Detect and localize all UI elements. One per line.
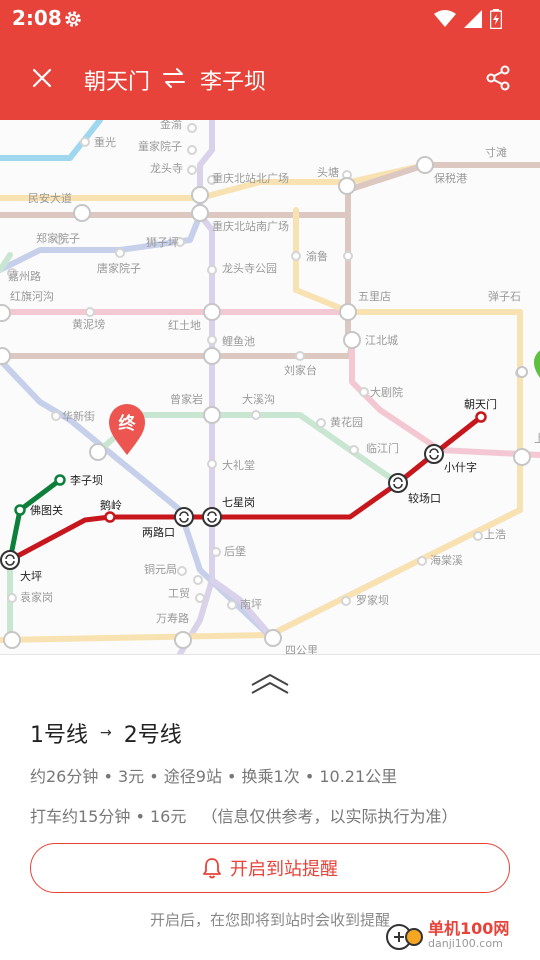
map-station-label: 弹子石 <box>488 289 521 303</box>
status-time: 2:08 <box>12 6 62 30</box>
map-station-label: 龙头寺公园 <box>222 262 277 275</box>
wifi-icon <box>434 10 456 27</box>
close-button[interactable] <box>26 62 58 94</box>
line-transfer-title: 1号线 → 2号线 <box>30 717 182 749</box>
route-from-station[interactable]: 朝天门 <box>84 64 150 96</box>
route-station-label: 鹅岭 <box>100 498 122 512</box>
line-to-label: 2号线 <box>123 723 182 748</box>
map-station-label: 华新街 <box>62 409 95 423</box>
route-station-label: 七星岗 <box>222 496 255 509</box>
route-station-dot[interactable] <box>104 511 116 523</box>
swap-direction-icon[interactable] <box>160 64 188 92</box>
battery-icon <box>490 9 502 29</box>
cell-signal-icon <box>464 10 482 28</box>
status-bar: 2:08 <box>0 0 540 38</box>
toolbar: 朝天门 李子坝 <box>0 52 540 108</box>
destination-marker-label: 终 <box>119 413 137 434</box>
map-station-label: 重光 <box>94 135 116 149</box>
map-station-label: 鲤鱼池 <box>222 334 255 348</box>
map-station-label: 曾家岩 <box>170 392 203 406</box>
watermark-title: 单机100网 <box>428 919 510 939</box>
map-station-label: 保税港 <box>434 171 467 185</box>
map-station-label: 唐家院子 <box>97 261 141 275</box>
interchange-station-icon[interactable] <box>424 444 444 464</box>
map-station-label: 金渝 <box>160 120 182 131</box>
map-station-label: 江北城 <box>365 334 398 347</box>
site-logo-icon <box>386 924 423 950</box>
interchange-station-icon[interactable] <box>174 507 194 527</box>
map-station-label: 临江门 <box>366 441 399 455</box>
site-watermark: 单机100网 danji100.com <box>384 914 534 956</box>
map-station-label: 大剧院 <box>370 385 403 399</box>
map-station-label: 大礼堂 <box>222 458 255 472</box>
map-station-label: 龙头寺 <box>150 162 183 175</box>
map-station-label: 后堡 <box>224 544 246 558</box>
metro-map-svg[interactable]: 金渝童家院子龙头寺 重光重庆北站北广场 头塘 寸滩保税港民安大道郑家院子 狮子坪 重庆北站… <box>0 120 540 654</box>
share-icon[interactable] <box>484 64 512 92</box>
route-station-label: 朝天门 <box>464 397 497 411</box>
route-to-station[interactable]: 李子坝 <box>200 64 266 96</box>
map-station-label: 南坪 <box>240 598 262 611</box>
line-arrow: → <box>100 725 112 741</box>
map-station-label: 头塘 <box>317 165 339 179</box>
app-header: 2:08 朝天门 李子坝 <box>0 0 540 120</box>
map-station-label: 重庆北站南广场 <box>212 219 289 233</box>
route-station-label: 小什字 <box>444 460 477 474</box>
map-station-label: 寸滩 <box>485 145 507 159</box>
background-lines <box>0 120 540 654</box>
route-station-dot[interactable] <box>54 474 66 486</box>
map-station-label: 工贸 <box>168 587 190 600</box>
map-station-label: 郑家院子 <box>36 231 80 245</box>
map-station-label: 红旗河沟 <box>10 289 54 303</box>
map-station-label: 刘家台 <box>284 363 317 377</box>
route-line-1 <box>8 415 483 563</box>
arrival-alert-button[interactable]: 开启到站提醒 <box>30 843 510 893</box>
map-station-label: 童家院子 <box>138 139 182 153</box>
route-station-label: 大坪 <box>20 569 42 583</box>
map-station-label: 红土地 <box>168 319 201 332</box>
route-station-label: 较场口 <box>408 491 441 505</box>
map-station-label: 民安大道 <box>28 191 72 205</box>
edge-location-pin-icon[interactable] <box>534 348 540 388</box>
bell-icon <box>203 858 221 879</box>
taxi-info: 打车约15分钟 • 16元 （信息仅供参考，以实际执行为准） <box>30 803 457 827</box>
map-station-label: 五里店 <box>358 289 391 303</box>
map-station-label: 狮子坪 <box>146 236 179 249</box>
route-station-dot[interactable] <box>14 504 26 516</box>
map-station-label: 铜元局 <box>144 562 177 576</box>
route-station-dot[interactable] <box>475 411 487 423</box>
settings-gear-icon <box>65 11 81 27</box>
watermark-url: danji100.com <box>428 936 503 950</box>
destination-marker[interactable]: 终 <box>109 404 145 455</box>
arrival-alert-label: 开启到站提醒 <box>230 859 338 880</box>
expand-panel-chevron-icon[interactable] <box>250 671 290 695</box>
map-station-label: 大溪沟 <box>242 392 275 406</box>
interchange-station-icon[interactable] <box>388 473 408 493</box>
taxi-estimate: 打车约15分钟 • 16元 <box>30 807 187 826</box>
taxi-disclaimer: （信息仅供参考，以实际执行为准） <box>201 807 458 826</box>
status-icons <box>434 8 502 30</box>
interchange-station-icon[interactable] <box>202 507 222 527</box>
map-station-label: 嘉州路 <box>8 269 41 283</box>
map-station-label: 重庆北站北广场 <box>212 171 289 185</box>
close-icon <box>32 68 52 88</box>
map-station-label: 罗家坝 <box>356 593 389 607</box>
map-station-label: 万寿路 <box>156 611 189 625</box>
map-station-label: 渝鲁 <box>306 249 328 263</box>
map-station-label: 上清寺 <box>534 432 540 445</box>
line-from-label: 1号线 <box>30 723 88 748</box>
route-summary: 约26分钟 • 3元 • 途径9站 • 换乘1次 • 10.21公里 <box>30 767 398 786</box>
map-station-label: 四公里 <box>285 644 318 654</box>
map-station-label: 黄花园 <box>330 415 363 429</box>
map-station-label: 黄泥塝 <box>72 317 105 331</box>
map-station-label: 海棠溪 <box>430 553 463 567</box>
map-station-label: 袁家岗 <box>20 590 53 604</box>
interchange-station-icon[interactable] <box>0 550 20 570</box>
map-station-label: 上浩 <box>484 528 506 541</box>
route-station-label: 李子坝 <box>70 473 103 487</box>
route-station-label: 两路口 <box>142 526 175 539</box>
metro-map[interactable]: 金渝童家院子龙头寺 重光重庆北站北广场 头塘 寸滩保税港民安大道郑家院子 狮子坪 重庆北站… <box>0 120 540 654</box>
route-station-label: 佛图关 <box>30 503 63 517</box>
